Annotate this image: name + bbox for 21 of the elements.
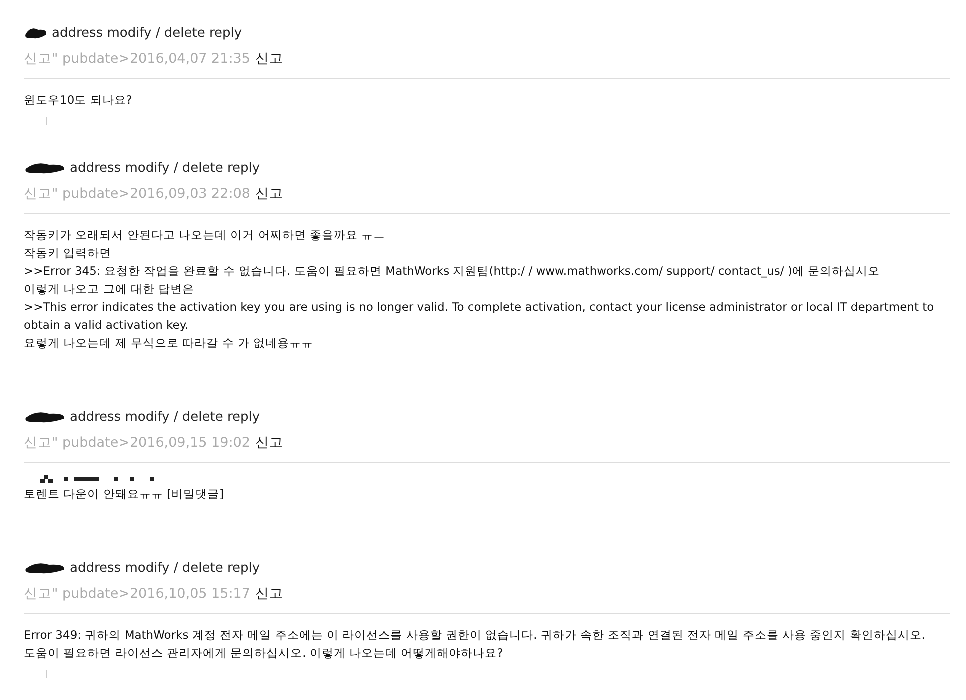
report-link[interactable]: 신고 (255, 50, 284, 68)
comment-date: 신고" pubdate>2016,09,15 19:02 (24, 434, 250, 452)
comment-text: >>This error indicates the activation key you are using is no longer valid. To complete activation, contact your license administrator or local IT department to obtain a valid activation key. (24, 299, 936, 334)
comment-date: 신고" pubdate>2016,10,05 15:17 (24, 585, 250, 603)
comment-actions[interactable]: address modify / delete reply (52, 26, 242, 40)
comment-text: 이렇게 나오고 그에 대한 답변은 (24, 281, 196, 298)
comment-text: 토렌트 다운이 안돼요ㅠㅠ [비밀댓글] (24, 486, 225, 503)
report-link[interactable]: 신고 (255, 185, 284, 203)
comment-date: 신고" pubdate>2016,04,07 21:35 (24, 50, 250, 68)
comment-text: >>Error 345: 요청한 작업을 완료할 수 없습니다. 도움이 필요하면 MathWorks 지원팀(http:/ / www.mathworks.com/ support/ contact_us/ )에 문의하십시오 (24, 263, 882, 280)
comment-actions[interactable]: address modify / delete reply (70, 560, 260, 576)
comment-text: 요렇게 나오는데 제 무식으로 따라갈 수 가 없네용ㅠㅠ (24, 335, 315, 352)
comment-text: 작동키가 오래되서 안된다고 나오는데 이거 어찌하면 좋을까요 ㅠㅡ (24, 227, 387, 244)
comment-actions[interactable]: address modify / delete reply (70, 160, 260, 176)
comment-text: Error 349: 귀하의 MathWorks 계정 전자 메일 주소에는 이 라이선스를 사용할 권한이 없습니다. 귀하가 속한 조직과 연결된 전자 메일 주소를 사용 중인지 확인하십시오. 도움이 필요하면 라이선스 관리자에게 문의하십시오. 이렇게 나오는데 어떻게해야하나요? (24, 627, 926, 662)
comment-actions[interactable]: address modify / delete reply (70, 410, 260, 424)
comment-date: 신고" pubdate>2016,09,03 22:08 (24, 185, 250, 203)
comment-text: 윈도우10도 되나요? (24, 92, 134, 109)
report-link[interactable]: 신고 (255, 434, 284, 452)
comment-text: 작동키 입력하면 (24, 245, 113, 262)
report-link[interactable]: 신고 (255, 585, 284, 603)
